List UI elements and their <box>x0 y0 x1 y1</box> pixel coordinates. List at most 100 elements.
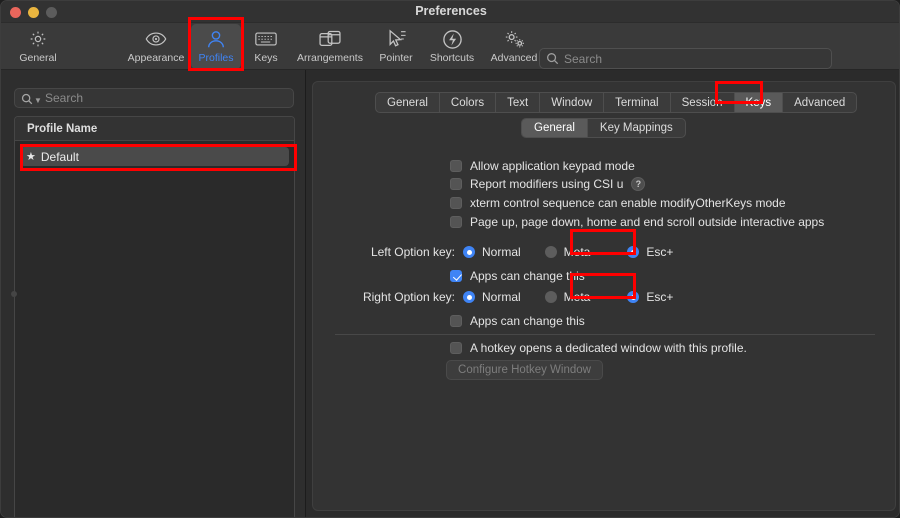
checkbox-hotkey-dedicated-window[interactable]: A hotkey opens a dedicated window with t… <box>450 340 747 356</box>
checkbox-label: xterm control sequence can enable modify… <box>470 196 786 210</box>
tab-general[interactable]: General <box>376 93 440 112</box>
tab-session[interactable]: Session <box>671 93 735 112</box>
title-bar: Preferences <box>1 1 899 23</box>
subtab-general[interactable]: General <box>522 119 588 137</box>
tab-label: General <box>387 96 428 109</box>
checkbox-box[interactable] <box>450 197 462 209</box>
radio-right-option-esc[interactable]: Esc+ <box>627 290 673 304</box>
radio-right-option-meta[interactable]: Meta <box>544 290 591 304</box>
toolbar-item-label: Pointer <box>379 52 413 64</box>
toolbar-item-general[interactable]: General <box>7 24 69 69</box>
radio-label: Esc+ <box>646 245 674 259</box>
tab-label: Colors <box>450 96 485 109</box>
checkbox-box[interactable] <box>450 178 462 190</box>
configure-hotkey-window-button[interactable]: Configure Hotkey Window <box>446 360 603 380</box>
checkbox-right-apps-can-change[interactable]: Apps can change this <box>450 313 585 329</box>
toolbar-item-keys[interactable]: Keys <box>244 24 288 69</box>
radio-right-option-normal[interactable]: Normal <box>463 290 521 304</box>
sidebar-resize-handle[interactable] <box>11 291 17 297</box>
column-header-profile-name: Profile Name <box>27 122 98 135</box>
subtab-key-mappings[interactable]: Key Mappings <box>588 119 685 137</box>
chevron-down-icon[interactable]: ▼ <box>34 96 42 105</box>
cursor-icon <box>386 27 407 51</box>
radio-left-option-meta[interactable]: Meta <box>544 245 591 259</box>
toolbar-item-advanced[interactable]: Advanced <box>483 24 545 69</box>
radio-button[interactable] <box>544 291 557 303</box>
toolbar-item-appearance[interactable]: Appearance <box>122 24 190 69</box>
checkbox-label: Apps can change this <box>470 269 585 283</box>
preferences-toolbar: General Appearance Profiles Keys Arrange… <box>1 23 899 82</box>
keys-settings-card: General Colors Text Window Terminal Sess… <box>312 81 896 511</box>
checkbox-page-up-down-scroll[interactable]: Page up, page down, home and end scroll … <box>450 214 824 230</box>
checkbox-box[interactable] <box>450 160 462 172</box>
windows-icon <box>319 27 341 51</box>
settings-tab-bar: General Colors Text Window Terminal Sess… <box>375 92 858 113</box>
toolbar-search-input[interactable] <box>564 49 824 68</box>
radio-label: Meta <box>563 245 591 259</box>
tab-label: Keys <box>745 96 772 109</box>
radio-button[interactable] <box>544 246 557 258</box>
tab-label: Terminal <box>615 96 659 109</box>
sidebar-search-input[interactable] <box>45 89 285 107</box>
tab-label: Advanced <box>794 96 846 109</box>
radio-button[interactable] <box>463 291 475 303</box>
tab-text[interactable]: Text <box>496 93 541 112</box>
checkbox-label: Page up, page down, home and end scroll … <box>470 215 825 229</box>
tab-label: Window <box>551 96 593 109</box>
double-gear-icon <box>503 27 526 51</box>
tab-advanced[interactable]: Advanced <box>783 93 856 112</box>
toolbar-search-field[interactable] <box>539 48 832 69</box>
profile-table-header: Profile Name <box>15 117 294 141</box>
tab-colors[interactable]: Colors <box>440 93 497 112</box>
radio-button[interactable] <box>463 246 475 258</box>
radio-left-option-esc[interactable]: Esc+ <box>627 245 673 259</box>
toolbar-item-profiles[interactable]: Profiles <box>191 24 241 69</box>
settings-content-area: General Colors Text Window Terminal Sess… <box>307 70 899 517</box>
radio-button[interactable] <box>627 291 640 303</box>
window-title: Preferences <box>415 4 487 18</box>
radio-button[interactable] <box>627 246 640 258</box>
toolbar-item-shortcuts[interactable]: Shortcuts <box>421 24 483 69</box>
tab-label: Session <box>681 96 723 109</box>
radio-label: Normal <box>482 245 521 259</box>
checkbox-xterm-modify-other-keys[interactable]: xterm control sequence can enable modify… <box>450 195 786 211</box>
star-icon: ★ <box>26 151 36 163</box>
left-option-key-label: Left Option key: <box>370 245 455 259</box>
toolbar-item-label: Advanced <box>490 52 538 64</box>
tab-window[interactable]: Window <box>540 93 605 112</box>
toolbar-item-arrangements[interactable]: Arrangements <box>289 24 371 69</box>
tab-label: Text <box>507 96 529 109</box>
radio-left-option-normal[interactable]: Normal <box>463 245 521 259</box>
sidebar-search-field[interactable]: ▼ <box>14 88 294 108</box>
tab-keys[interactable]: Keys <box>734 93 784 112</box>
tab-terminal[interactable]: Terminal <box>604 93 671 112</box>
checkbox-report-modifiers-csi-u[interactable]: Report modifiers using CSI u ? <box>450 176 646 192</box>
help-label: ? <box>635 179 642 189</box>
toolbar-item-label: Keys <box>254 52 278 64</box>
keys-subtab-bar: General Key Mappings <box>521 118 686 138</box>
checkbox-left-apps-can-change[interactable]: Apps can change this <box>450 268 585 284</box>
radio-label: Meta <box>563 290 591 304</box>
checkbox-box[interactable] <box>450 342 462 354</box>
right-option-key-label: Right Option key: <box>362 290 455 304</box>
toolbar-item-label: General <box>19 52 57 64</box>
bolt-circle-icon <box>442 27 463 51</box>
preferences-window: Preferences General Appearance Profiles … <box>0 0 900 518</box>
help-icon[interactable]: ? <box>631 177 646 191</box>
search-icon <box>546 52 559 70</box>
table-row[interactable]: ★ Default <box>20 147 289 166</box>
checkbox-box[interactable] <box>450 315 462 327</box>
keyboard-icon <box>255 27 277 51</box>
section-divider <box>335 334 875 335</box>
checkbox-box[interactable] <box>450 270 462 282</box>
person-icon <box>206 27 226 51</box>
profiles-sidebar: ▼ Profile Name ★ Default Tags > + − <box>1 70 306 517</box>
toolbar-item-label: Appearance <box>127 52 185 64</box>
checkbox-box[interactable] <box>450 216 462 228</box>
profile-name-label: Default <box>40 149 79 164</box>
subtab-label: General <box>534 122 575 134</box>
right-option-key-radio-group: Normal Meta Esc+ <box>463 289 673 305</box>
checkbox-label: Allow application keypad mode <box>470 159 635 173</box>
toolbar-item-pointer[interactable]: Pointer <box>371 24 421 69</box>
checkbox-allow-application-keypad-mode[interactable]: Allow application keypad mode <box>450 158 635 174</box>
